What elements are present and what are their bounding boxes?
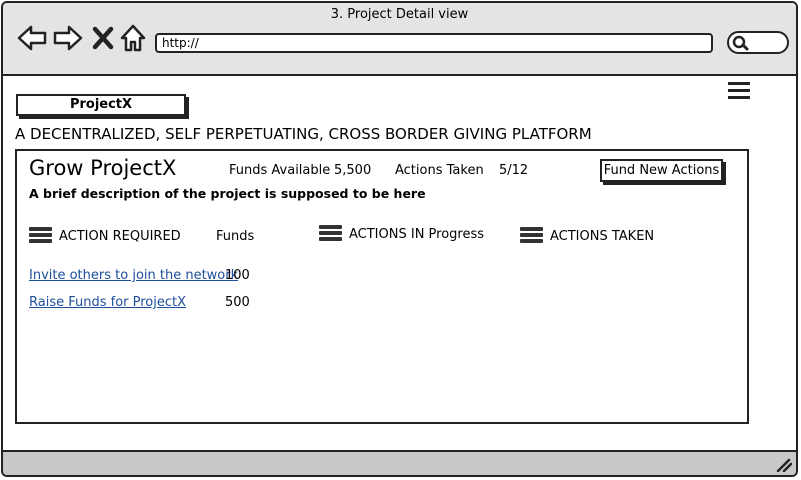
status-bar <box>3 450 796 475</box>
section-actions-taken[interactable]: ACTIONS TAKEN <box>520 227 654 245</box>
section-actions-in-progress[interactable]: ACTIONS IN Progress <box>319 225 484 243</box>
browser-chrome: 3. Project Detail view http:// <box>3 3 796 76</box>
list-icon <box>520 227 543 245</box>
actions-taken-value: 5/12 <box>499 163 529 178</box>
search-box[interactable] <box>727 31 789 54</box>
hamburger-menu-icon[interactable] <box>727 80 751 102</box>
section-action-required[interactable]: ACTION REQUIRED <box>29 227 181 245</box>
section-label: ACTIONS TAKEN <box>550 228 655 244</box>
logo-button[interactable]: ProjectX <box>16 94 186 116</box>
home-icon[interactable] <box>120 23 146 53</box>
fund-new-actions-button[interactable]: Fund New Actions <box>600 159 723 182</box>
url-input[interactable]: http:// <box>155 33 713 53</box>
project-title: Grow ProjectX <box>29 156 177 180</box>
back-arrow-icon[interactable] <box>17 23 47 53</box>
browser-window: 3. Project Detail view http:// ProjectX <box>1 1 798 477</box>
section-label: ACTION REQUIRED <box>59 228 181 244</box>
close-icon[interactable] <box>92 23 114 53</box>
tagline: A DECENTRALIZED, SELF PERPETUATING, CROS… <box>15 125 592 143</box>
section-label: ACTIONS IN Progress <box>349 226 485 242</box>
funds-available-label: Funds Available <box>229 163 331 178</box>
action-link-raise-funds[interactable]: Raise Funds for ProjectX <box>29 295 186 310</box>
funds-column-header: Funds <box>216 229 255 244</box>
action-link-invite[interactable]: Invite others to join the network <box>29 268 238 283</box>
list-icon <box>319 225 342 243</box>
action-funds-raise-funds: 500 <box>225 295 250 310</box>
forward-arrow-icon[interactable] <box>53 23 83 53</box>
search-icon <box>732 35 749 51</box>
window-title: 3. Project Detail view <box>330 7 469 22</box>
action-funds-invite: 100 <box>225 268 250 283</box>
list-icon <box>29 227 52 245</box>
project-panel: Grow ProjectX Funds Available 5,500 Acti… <box>15 149 749 424</box>
funds-available-value: 5,500 <box>334 163 372 178</box>
actions-taken-label: Actions Taken <box>395 163 484 178</box>
resize-grip-icon[interactable] <box>776 458 792 472</box>
project-description: A brief description of the project is su… <box>29 186 426 201</box>
